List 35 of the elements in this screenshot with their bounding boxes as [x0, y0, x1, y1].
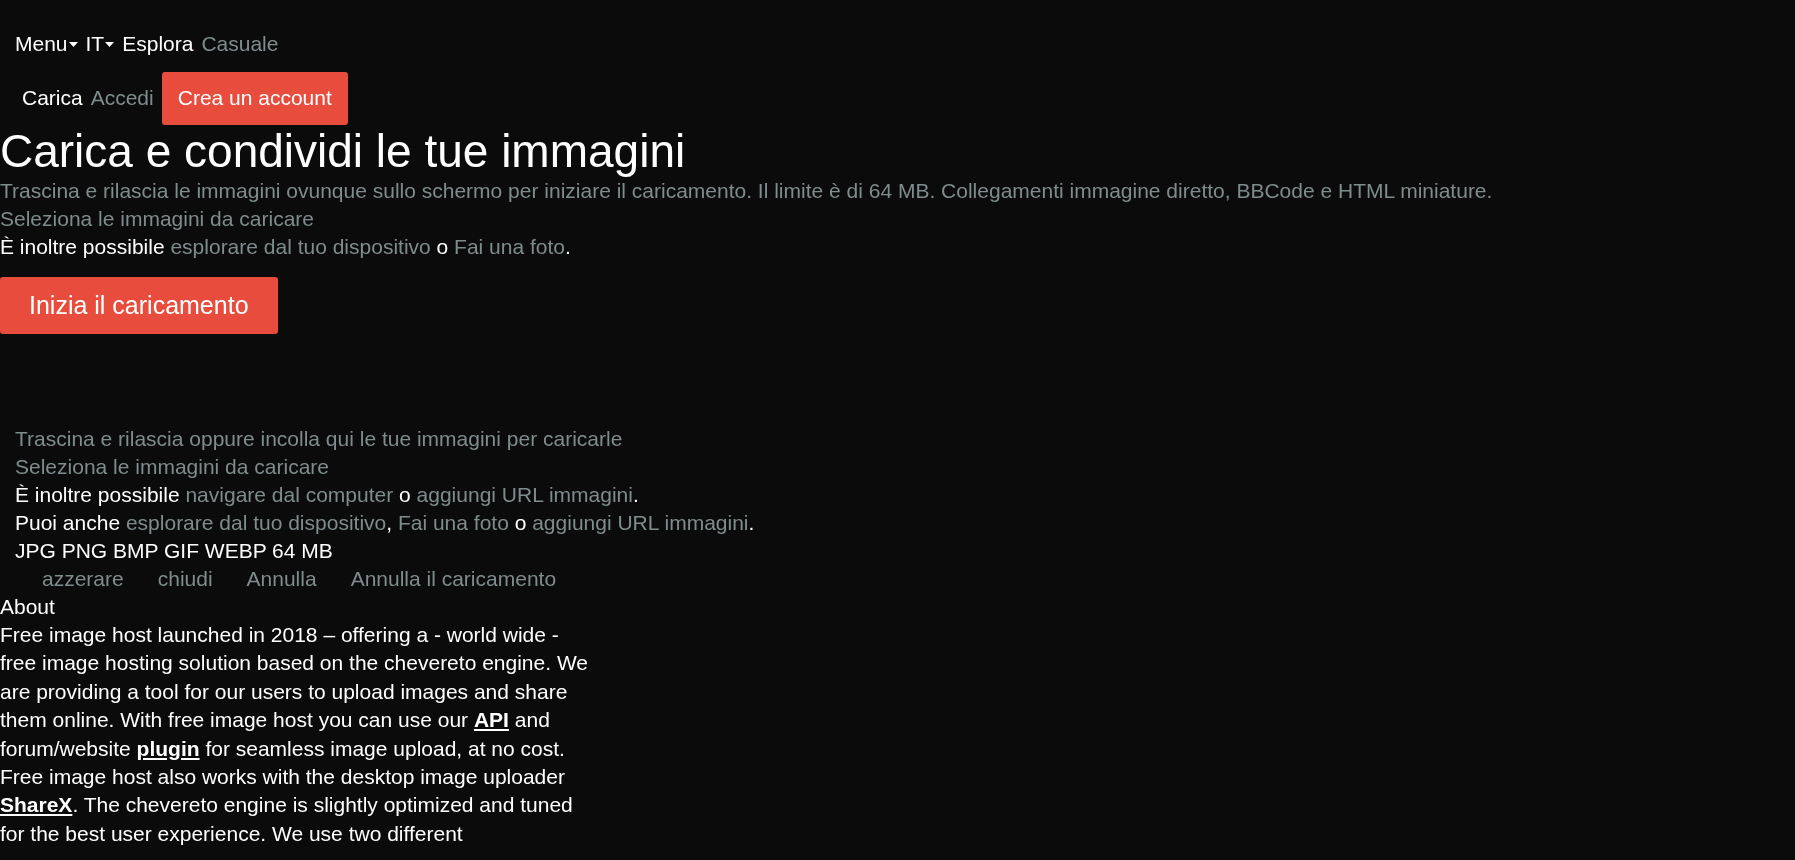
- nav-link[interactable]: Casuale: [201, 32, 279, 56]
- upload-options-text: È inoltre possibile esplorare dal tuo dispositivo o Fai una foto.: [0, 234, 572, 260]
- link[interactable]: plugin: [136, 736, 200, 760]
- link[interactable]: ShareX: [0, 793, 73, 817]
- link[interactable]: aggiungi URL immagini: [416, 483, 633, 506]
- upload-options-text: È inoltre possibile navigare dal computer o aggiungi URL immagini.: [14, 482, 640, 508]
- nav-dropdown[interactable]: IT: [85, 32, 115, 56]
- nav-dropdown[interactable]: Menu: [15, 32, 78, 56]
- action-link[interactable]: Annulla il caricamento: [350, 565, 557, 593]
- action-link[interactable]: chiudi: [157, 565, 213, 593]
- dropzone-heading: Trascina e rilascia oppure incolla qui le tue immagini per caricarle: [14, 426, 624, 452]
- about-title: About: [0, 594, 56, 620]
- link[interactable]: Fai una foto: [397, 511, 509, 534]
- about-paragraph: Free image host launched in 2018 – offering a - world wide - free image hosting solution based on the chevereto engine. We are providing a tool for our users to upload images and share them online. With free image host you can use our API and forum/website plugin for seamless image upload, at no cost. Free image host also works with the desktop image uploader ShareX. The chevereto engine is slightly optimized and tuned for the best user experience. We use two different: [0, 622, 589, 847]
- formats-text: JPG PNG BMP GIF WEBP 64 MB: [14, 538, 334, 564]
- start-upload-button[interactable]: Inizia il caricamento: [0, 277, 278, 334]
- link[interactable]: Fai una foto: [454, 235, 565, 258]
- nav-link[interactable]: Esplora: [122, 32, 194, 56]
- link[interactable]: aggiungi URL immagini: [532, 511, 749, 534]
- action-link[interactable]: azzerare: [42, 565, 124, 593]
- caret-icon: [68, 41, 78, 47]
- link[interactable]: API: [473, 708, 509, 732]
- subtitle: Trascina e rilascia le immagini ovunque sullo schermo per iniziare il caricamento. Il limite è di 64 MB. Collegamenti immagine diretto, BBCode e HTML miniature.: [0, 178, 1494, 204]
- caret-icon: [105, 41, 115, 47]
- signup-button[interactable]: Crea un account: [161, 71, 348, 125]
- select-images-link[interactable]: Seleziona le immagini da caricare: [15, 455, 329, 478]
- link[interactable]: navigare dal computer: [185, 483, 394, 506]
- upload-options-text: Puoi anche esplorare dal tuo dispositivo, Fai una foto o aggiungi URL immagini.: [14, 510, 756, 536]
- page-title: Carica e condividi le tue immagini: [0, 125, 687, 177]
- nav-link[interactable]: Carica: [22, 86, 83, 110]
- action-link[interactable]: Annulla: [246, 565, 317, 593]
- select-images-link[interactable]: Seleziona le immagini da caricare: [0, 207, 314, 230]
- link[interactable]: esplorare dal tuo dispositivo: [170, 235, 431, 258]
- link[interactable]: esplorare dal tuo dispositivo: [125, 511, 387, 534]
- nav-link[interactable]: Accedi: [90, 86, 154, 110]
